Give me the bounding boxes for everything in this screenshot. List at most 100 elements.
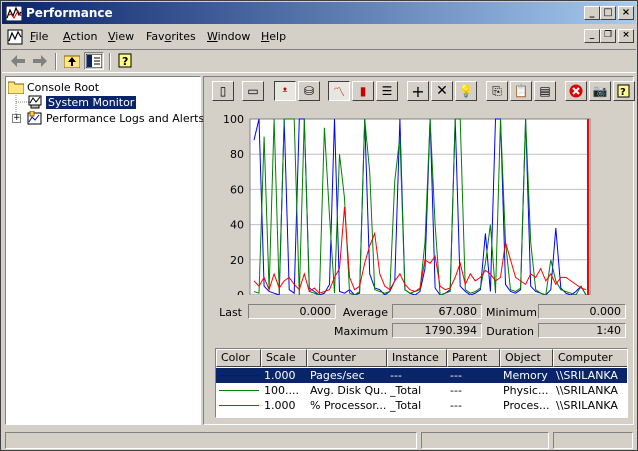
tree-item-label: Console Root bbox=[27, 80, 100, 94]
average-label: Average bbox=[342, 306, 388, 319]
column-header-parent[interactable]: Parent bbox=[447, 349, 500, 367]
tree-item-system-monitor[interactable]: System Monitor bbox=[27, 94, 137, 110]
copy-properties-button[interactable]: ⎘ bbox=[486, 81, 508, 101]
highlight-button[interactable]: 💡 bbox=[455, 81, 477, 101]
y-tick-label: 100 bbox=[223, 113, 244, 126]
help-icon: ? bbox=[617, 84, 630, 98]
title-bar[interactable]: Performance _ □ × bbox=[2, 2, 636, 24]
column-header-instance[interactable]: Instance bbox=[387, 349, 447, 367]
legend-cell-computer: \\SRILANKA bbox=[556, 384, 618, 397]
freeze-display-icon bbox=[569, 84, 583, 98]
main-toolbar: ? bbox=[2, 49, 636, 73]
legend-row[interactable]: 1.000 Pages/sec --- --- Memory \\SRILANKA bbox=[216, 368, 627, 383]
legend-cell-object: Memory bbox=[503, 369, 548, 382]
value-bar: Last 0.000 Average 67.080 Minimum 0.000 … bbox=[204, 302, 633, 342]
tree-item-label: Performance Logs and Alerts bbox=[46, 111, 205, 125]
delete-counter-button[interactable]: ✕ bbox=[431, 81, 453, 101]
add-counter-button[interactable]: + bbox=[407, 81, 429, 101]
menu-bar: File Action View Favorites Window Help _… bbox=[2, 26, 636, 48]
menu-window[interactable]: Window bbox=[207, 30, 250, 43]
menu-view[interactable]: View bbox=[108, 30, 134, 43]
legend-cell-parent: --- bbox=[450, 399, 462, 412]
legend-cell-parent: --- bbox=[450, 369, 462, 382]
paste-counter-list-icon: 📋 bbox=[513, 84, 529, 98]
last-label: Last bbox=[219, 306, 242, 319]
legend-color-swatch bbox=[219, 375, 259, 376]
last-value: 0.000 bbox=[248, 304, 336, 319]
performance-app-icon bbox=[6, 6, 22, 21]
y-tick-label: 40 bbox=[230, 219, 244, 232]
perf-logs-icon bbox=[27, 111, 42, 125]
child-restore-button[interactable]: ❐ bbox=[600, 29, 616, 43]
view-log-data-icon: ⛁ bbox=[303, 84, 315, 98]
column-header-object[interactable]: Object bbox=[500, 349, 553, 367]
legend-cell-scale: 1.000 bbox=[264, 369, 296, 382]
expand-toggle[interactable]: + bbox=[12, 114, 21, 123]
legend-cell-scale: 1.000 bbox=[264, 399, 296, 412]
status-pane-2 bbox=[421, 432, 549, 449]
legend-color-swatch bbox=[219, 390, 259, 391]
freeze-display-button[interactable] bbox=[565, 81, 587, 101]
new-counter-set-button[interactable]: ▯ bbox=[212, 81, 234, 101]
menu-help[interactable]: Help bbox=[261, 30, 286, 43]
tree-item-perf-logs[interactable]: Performance Logs and Alerts bbox=[27, 110, 204, 126]
maximum-value: 1790.394 bbox=[392, 323, 482, 338]
window-title: Performance bbox=[26, 6, 113, 20]
view-log-data-button[interactable]: ⛁ bbox=[298, 81, 320, 101]
view-graph-button[interactable]: 〽 bbox=[328, 81, 350, 101]
legend-cell-object: Physic... bbox=[503, 384, 549, 397]
y-tick-label: 0 bbox=[237, 289, 244, 295]
column-header-color[interactable]: Color bbox=[216, 349, 261, 367]
copy-properties-icon: ⎘ bbox=[492, 83, 502, 98]
system-monitor-icon bbox=[28, 95, 42, 109]
folder-icon bbox=[8, 81, 24, 94]
legend-cell-counter: Pages/sec bbox=[310, 369, 365, 382]
menu-action[interactable]: Action bbox=[63, 30, 97, 43]
column-header-counter[interactable]: Counter bbox=[307, 349, 387, 367]
child-close-button[interactable]: × bbox=[618, 29, 634, 43]
clear-display-icon: ▭ bbox=[247, 84, 259, 98]
legend-row[interactable]: 100.... Avg. Disk Qu... _Total --- Physic...… bbox=[216, 383, 627, 398]
clear-display-button[interactable]: ▭ bbox=[242, 81, 264, 101]
properties-icon: ▤ bbox=[539, 84, 551, 98]
help-icon[interactable]: ? bbox=[116, 52, 136, 70]
add-counter-icon: + bbox=[411, 81, 425, 101]
legend-row[interactable]: 1.000 % Processor... _Total --- Proces... \\S… bbox=[216, 398, 627, 413]
performance-graph[interactable]: 100 80 60 40 20 0 bbox=[204, 103, 633, 302]
legend-cell-scale: 100.... bbox=[264, 384, 299, 397]
legend-cell-instance: --- bbox=[390, 369, 402, 382]
properties-button[interactable]: ▤ bbox=[534, 81, 556, 101]
maximize-button[interactable]: □ bbox=[600, 6, 616, 20]
column-header-computer[interactable]: Computer bbox=[553, 349, 627, 367]
back-arrow-icon[interactable] bbox=[8, 52, 28, 70]
view-histogram-icon: ▮ bbox=[359, 84, 367, 98]
view-current-activity-button[interactable]: ᵜ bbox=[274, 81, 296, 101]
minimize-button[interactable]: _ bbox=[584, 6, 600, 20]
update-data-icon: 📷 bbox=[592, 84, 608, 98]
child-window-icon[interactable] bbox=[7, 29, 23, 45]
column-header-scale[interactable]: Scale bbox=[261, 349, 307, 367]
counter-legend: Color Scale Counter Instance Parent Obje… bbox=[215, 348, 628, 418]
show-tree-icon[interactable] bbox=[84, 52, 104, 70]
status-pane-main bbox=[5, 432, 417, 449]
status-pane-3 bbox=[553, 432, 633, 449]
legend-cell-counter: % Processor... bbox=[310, 399, 386, 412]
svg-text:?: ? bbox=[620, 87, 626, 98]
tree-item-label: System Monitor bbox=[46, 95, 137, 109]
view-histogram-button[interactable]: ▮ bbox=[352, 81, 374, 101]
view-current-activity-icon: ᵜ bbox=[282, 84, 288, 98]
forward-arrow-icon[interactable] bbox=[30, 52, 50, 70]
legend-cell-instance: _Total bbox=[390, 384, 422, 397]
menu-favorites[interactable]: Favorites bbox=[146, 30, 196, 43]
plot-area bbox=[250, 119, 590, 295]
paste-counter-list-button[interactable]: 📋 bbox=[510, 81, 532, 101]
legend-cell-object: Proces... bbox=[503, 399, 550, 412]
menu-file[interactable]: File bbox=[30, 30, 48, 43]
up-folder-icon[interactable] bbox=[62, 52, 82, 70]
update-data-button[interactable]: 📷 bbox=[589, 81, 611, 101]
view-report-button[interactable]: ☰ bbox=[376, 81, 398, 101]
help-button[interactable]: ? bbox=[613, 81, 635, 101]
close-button[interactable]: × bbox=[618, 6, 634, 20]
child-minimize-button[interactable]: _ bbox=[584, 29, 600, 43]
maximum-label: Maximum bbox=[334, 325, 389, 338]
